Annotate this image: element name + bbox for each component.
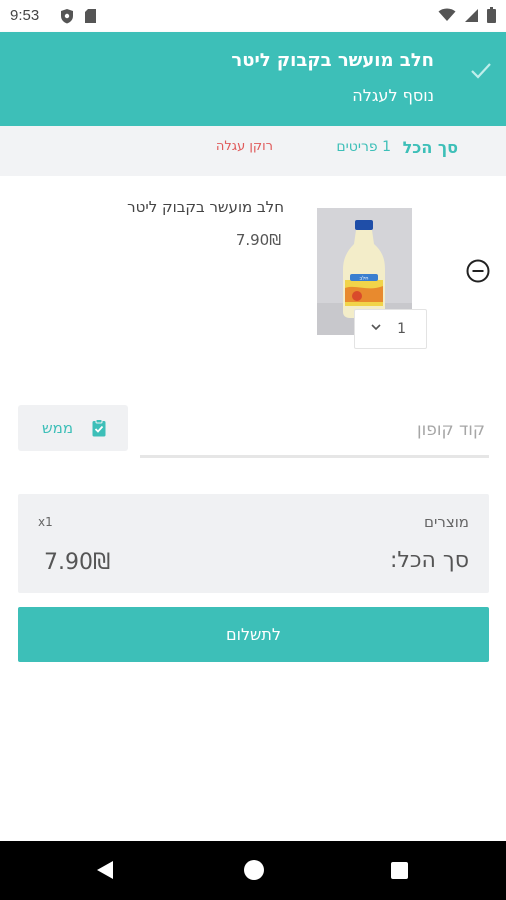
home-icon[interactable]: [244, 860, 264, 880]
signal-icon: [465, 8, 478, 22]
added-to-cart-toast[interactable]: חלב מועשר בקבוק ליטר נוסף לעגלה: [0, 32, 506, 126]
pay-button[interactable]: לתשלום: [18, 607, 489, 662]
navigation-bar: [0, 841, 506, 900]
quantity-select[interactable]: 1: [354, 309, 427, 349]
coupon-code-input[interactable]: [140, 405, 489, 458]
recents-icon[interactable]: [391, 862, 408, 879]
clipboard-check-icon: [92, 419, 106, 437]
cart-items-count: 1 פריטים: [336, 139, 391, 155]
toast-subtitle: נוסף לעגלה: [352, 86, 434, 105]
wifi-icon: [438, 8, 456, 21]
chevron-down-icon: [371, 324, 381, 331]
sd-card-icon: [85, 9, 96, 23]
products-quantity: x1: [38, 515, 53, 529]
grand-total-value: 7.90₪: [44, 550, 111, 575]
toast-title: חלב מועשר בקבוק ליטר: [231, 50, 434, 71]
redeem-label: ממש: [42, 419, 74, 437]
cart-summary-bar: סך הכל 1 פריטים רוקן עגלה: [0, 126, 506, 176]
shield-icon: [61, 9, 73, 24]
bottle-label: חלב: [360, 276, 369, 282]
order-totals: מוצרים x1 סך הכל: 7.90₪: [18, 494, 489, 593]
quantity-value: 1: [397, 321, 406, 337]
redeem-coupon-button[interactable]: ממש: [18, 405, 128, 451]
cart-total-label: סך הכל: [402, 138, 458, 157]
status-time: 9:53: [10, 7, 40, 24]
check-icon: [471, 63, 491, 79]
battery-icon: [487, 7, 496, 23]
status-right-icons: [438, 7, 496, 23]
pay-label: לתשלום: [225, 625, 281, 644]
product-name: חלב מועשר בקבוק ליטר: [127, 198, 284, 216]
status-bar: 9:53: [0, 0, 506, 32]
empty-cart-link[interactable]: רוקן עגלה: [216, 139, 273, 154]
status-left-icons: [60, 8, 97, 24]
grand-total-label: סך הכל:: [389, 548, 469, 573]
minus-circle-icon[interactable]: [466, 259, 490, 283]
back-icon[interactable]: [96, 860, 114, 880]
products-label: מוצרים: [424, 513, 469, 531]
product-price: 7.90₪: [235, 231, 281, 249]
